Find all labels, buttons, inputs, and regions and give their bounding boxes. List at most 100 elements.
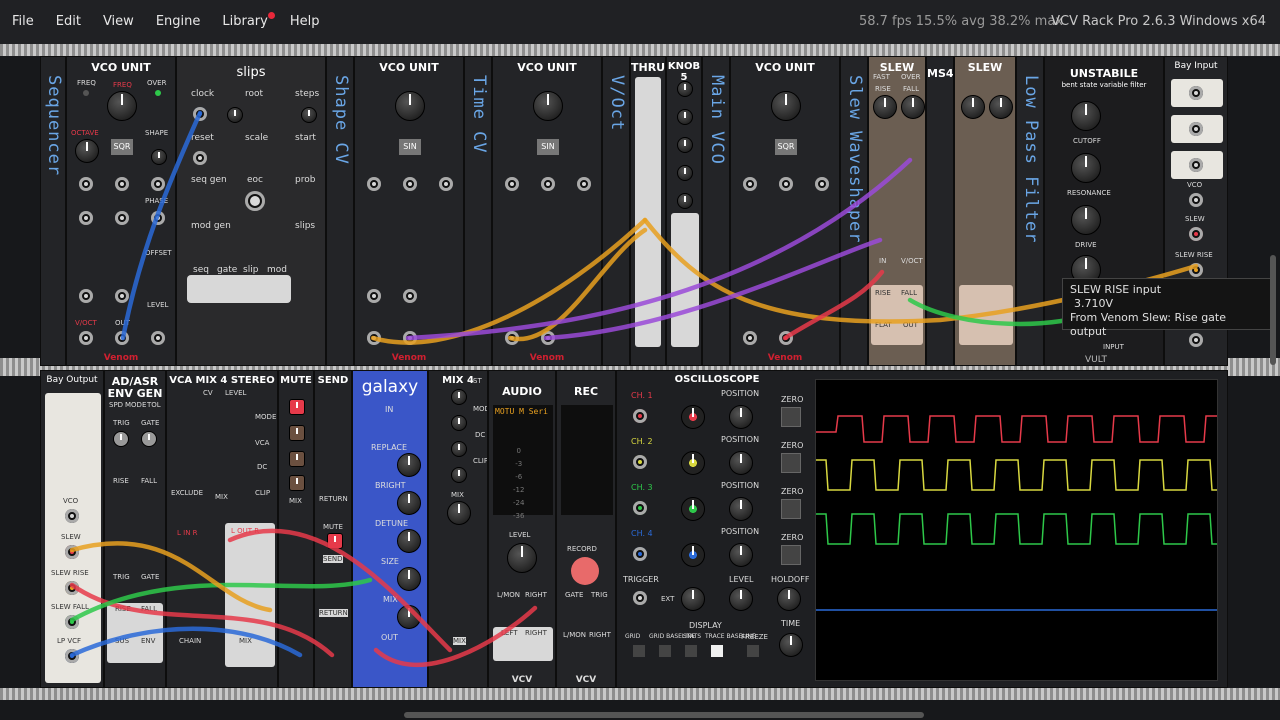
exp-fm-jack[interactable]: [79, 177, 93, 191]
mute-button-2[interactable]: [289, 425, 305, 441]
phase-jack[interactable]: [151, 211, 165, 225]
menu-view[interactable]: View: [92, 0, 145, 44]
ch2-position-knob[interactable]: [729, 451, 753, 475]
mix-knob[interactable]: [397, 605, 421, 629]
size-knob[interactable]: [397, 567, 421, 591]
audio-device[interactable]: MOTU M Seri: [493, 405, 553, 418]
knob-5[interactable]: [677, 193, 693, 209]
detune-knob[interactable]: [397, 529, 421, 553]
steps-knob[interactable]: [301, 107, 317, 123]
trigger-source-knob[interactable]: [681, 587, 705, 611]
voct-jack[interactable]: [79, 331, 93, 345]
hard-sync-jack[interactable]: [79, 289, 93, 303]
shape-jack[interactable]: [151, 177, 165, 191]
reset-jack[interactable]: [193, 151, 207, 165]
exp-fm-jack[interactable]: [367, 177, 381, 191]
level-jack[interactable]: [151, 331, 165, 345]
level-knob-1[interactable]: [451, 389, 467, 405]
root-knob[interactable]: [227, 107, 243, 123]
ch2-zero-button[interactable]: [781, 453, 801, 473]
fall-knob[interactable]: [989, 95, 1013, 119]
wave-button[interactable]: SQR: [111, 139, 133, 155]
freeze-button[interactable]: [747, 645, 759, 657]
exp-fm-jack[interactable]: [743, 177, 757, 191]
bay-slew-rise-out-jack[interactable]: [65, 581, 79, 595]
eoc-jack[interactable]: [245, 191, 265, 211]
soft-sync-jack[interactable]: [115, 289, 129, 303]
trigger-jack[interactable]: [633, 591, 647, 605]
menu-help[interactable]: Help: [279, 0, 331, 44]
shape-jack[interactable]: [815, 177, 829, 191]
bay-slew-jack[interactable]: [1189, 227, 1203, 241]
resonance-knob[interactable]: [1071, 153, 1101, 183]
freq-knob[interactable]: [771, 91, 801, 121]
exp-depth-jack[interactable]: [79, 211, 93, 225]
shape-jack[interactable]: [439, 177, 453, 191]
octave-knob[interactable]: [75, 139, 99, 163]
out-jack[interactable]: [115, 331, 129, 345]
replace-knob[interactable]: [397, 453, 421, 477]
lin-fm-jack[interactable]: [115, 177, 129, 191]
ch1-scale-knob[interactable]: [681, 405, 705, 429]
bay-lp-vcf-out-jack[interactable]: [65, 649, 79, 663]
mute-button-1[interactable]: [289, 399, 305, 415]
wave-button[interactable]: SIN: [537, 139, 559, 155]
shape-jack[interactable]: [577, 177, 591, 191]
ch3-zero-button[interactable]: [781, 499, 801, 519]
wave-button[interactable]: SIN: [399, 139, 421, 155]
record-button[interactable]: [571, 557, 599, 585]
lin-fm-jack[interactable]: [403, 177, 417, 191]
bay-input-jack-3[interactable]: [1189, 158, 1203, 172]
ch3-position-knob[interactable]: [729, 497, 753, 521]
knob-1[interactable]: [677, 81, 693, 97]
wave-button[interactable]: SQR: [775, 139, 797, 155]
ch1-position-knob[interactable]: [729, 405, 753, 429]
freq-knob[interactable]: [107, 91, 137, 121]
menu-library[interactable]: Library: [211, 0, 278, 44]
exp-fm-jack[interactable]: [505, 177, 519, 191]
holdoff-knob[interactable]: [777, 587, 801, 611]
rise-knob[interactable]: [873, 95, 897, 119]
mute-button-4[interactable]: [289, 475, 305, 491]
ch2-jack[interactable]: [633, 455, 647, 469]
freq-knob[interactable]: [395, 91, 425, 121]
bay-input-jack-2[interactable]: [1189, 122, 1203, 136]
cutoff-knob[interactable]: [1071, 101, 1101, 131]
time-knob[interactable]: [779, 633, 803, 657]
grid-baseline-toggle[interactable]: [659, 645, 671, 657]
hard-sync-jack[interactable]: [367, 289, 381, 303]
ch2-scale-knob[interactable]: [681, 451, 705, 475]
bay-vco-jack[interactable]: [1189, 193, 1203, 207]
trig-button[interactable]: [113, 431, 129, 447]
clock-jack[interactable]: [193, 107, 207, 121]
lin-fm-jack[interactable]: [541, 177, 555, 191]
horizontal-scrollbar[interactable]: [404, 712, 924, 718]
bay-slew-rise-jack[interactable]: [1189, 263, 1203, 277]
freq-knob[interactable]: [533, 91, 563, 121]
ch4-position-knob[interactable]: [729, 543, 753, 567]
ch1-zero-button[interactable]: [781, 407, 801, 427]
out-jack[interactable]: [779, 331, 793, 345]
send-mute-button[interactable]: [327, 533, 343, 549]
vertical-scrollbar[interactable]: [1270, 255, 1276, 365]
grid-toggle[interactable]: [633, 645, 645, 657]
mute-button-3[interactable]: [289, 451, 305, 467]
stats-toggle[interactable]: [685, 645, 697, 657]
level-knob-4[interactable]: [451, 467, 467, 483]
voct-jack[interactable]: [743, 331, 757, 345]
level-knob-2[interactable]: [451, 415, 467, 431]
trace-baseline-toggle[interactable]: [711, 645, 723, 657]
menu-file[interactable]: File: [0, 0, 45, 44]
ch3-jack[interactable]: [633, 501, 647, 515]
menu-engine[interactable]: Engine: [145, 0, 212, 44]
ch1-jack[interactable]: [633, 409, 647, 423]
bay-vco-out-jack[interactable]: [65, 509, 79, 523]
voct-jack[interactable]: [505, 331, 519, 345]
knob-2[interactable]: [677, 109, 693, 125]
level-knob[interactable]: [507, 543, 537, 573]
lin-fm-jack[interactable]: [779, 177, 793, 191]
ch4-scale-knob[interactable]: [681, 543, 705, 567]
bay-input-jack-1[interactable]: [1189, 86, 1203, 100]
voct-jack[interactable]: [367, 331, 381, 345]
trigger-level-knob[interactable]: [729, 587, 753, 611]
